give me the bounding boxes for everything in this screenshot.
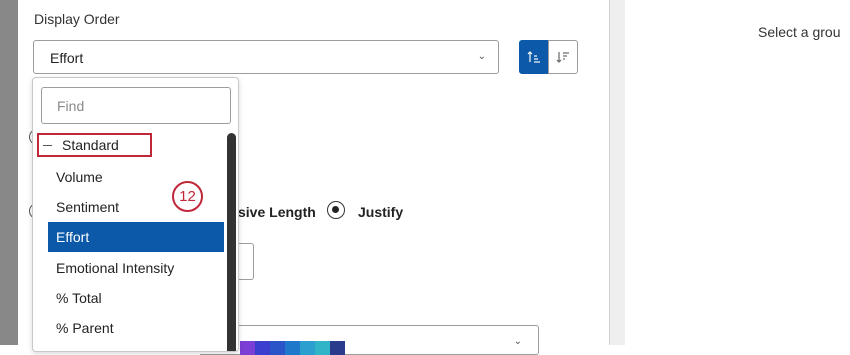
option-percent-parent[interactable]: % Parent <box>48 313 224 343</box>
palette-swatch <box>270 341 285 355</box>
group-standard[interactable]: Standard <box>37 133 152 157</box>
select-group-hint: Select a grou <box>758 24 841 40</box>
palette-swatches <box>240 341 345 355</box>
sort-descending-button[interactable] <box>548 40 578 74</box>
palette-swatch <box>285 341 300 355</box>
display-order-select[interactable]: Effort ⌄ <box>33 40 499 74</box>
display-order-dropdown: Standard Volume Sentiment Effort Emotion… <box>32 77 239 352</box>
step-number-badge: 12 <box>172 181 203 212</box>
option-percent-total[interactable]: % Total <box>48 283 224 313</box>
sort-ascending-icon <box>527 51 540 63</box>
chevron-down-icon: ⌄ <box>477 51 486 62</box>
palette-swatch <box>240 341 255 355</box>
color-palette-select[interactable]: ⌄ <box>200 325 539 355</box>
collapse-icon[interactable] <box>43 144 52 146</box>
display-order-label: Display Order <box>34 11 120 27</box>
justify-label: Justify <box>358 204 404 220</box>
panel-gap <box>610 0 625 345</box>
left-strip <box>0 0 18 345</box>
preview-panel: Select a grou <box>625 0 850 345</box>
palette-swatch <box>255 341 270 355</box>
chevron-down-icon: ⌄ <box>513 336 522 347</box>
find-input[interactable] <box>41 87 231 124</box>
palette-swatch <box>300 341 315 355</box>
sort-ascending-button[interactable] <box>519 40 549 74</box>
justify-radio[interactable] <box>327 201 345 219</box>
dropdown-scrollbar[interactable] <box>227 133 236 351</box>
option-emotional-intensity[interactable]: Emotional Intensity <box>48 253 224 283</box>
group-label: Standard <box>62 137 119 153</box>
length-option-label: sive Length <box>238 204 316 220</box>
sort-descending-icon <box>556 52 569 63</box>
palette-swatch <box>330 341 345 355</box>
palette-swatch <box>315 341 330 355</box>
display-order-value: Effort <box>50 50 84 66</box>
option-effort[interactable]: Effort <box>48 222 224 252</box>
